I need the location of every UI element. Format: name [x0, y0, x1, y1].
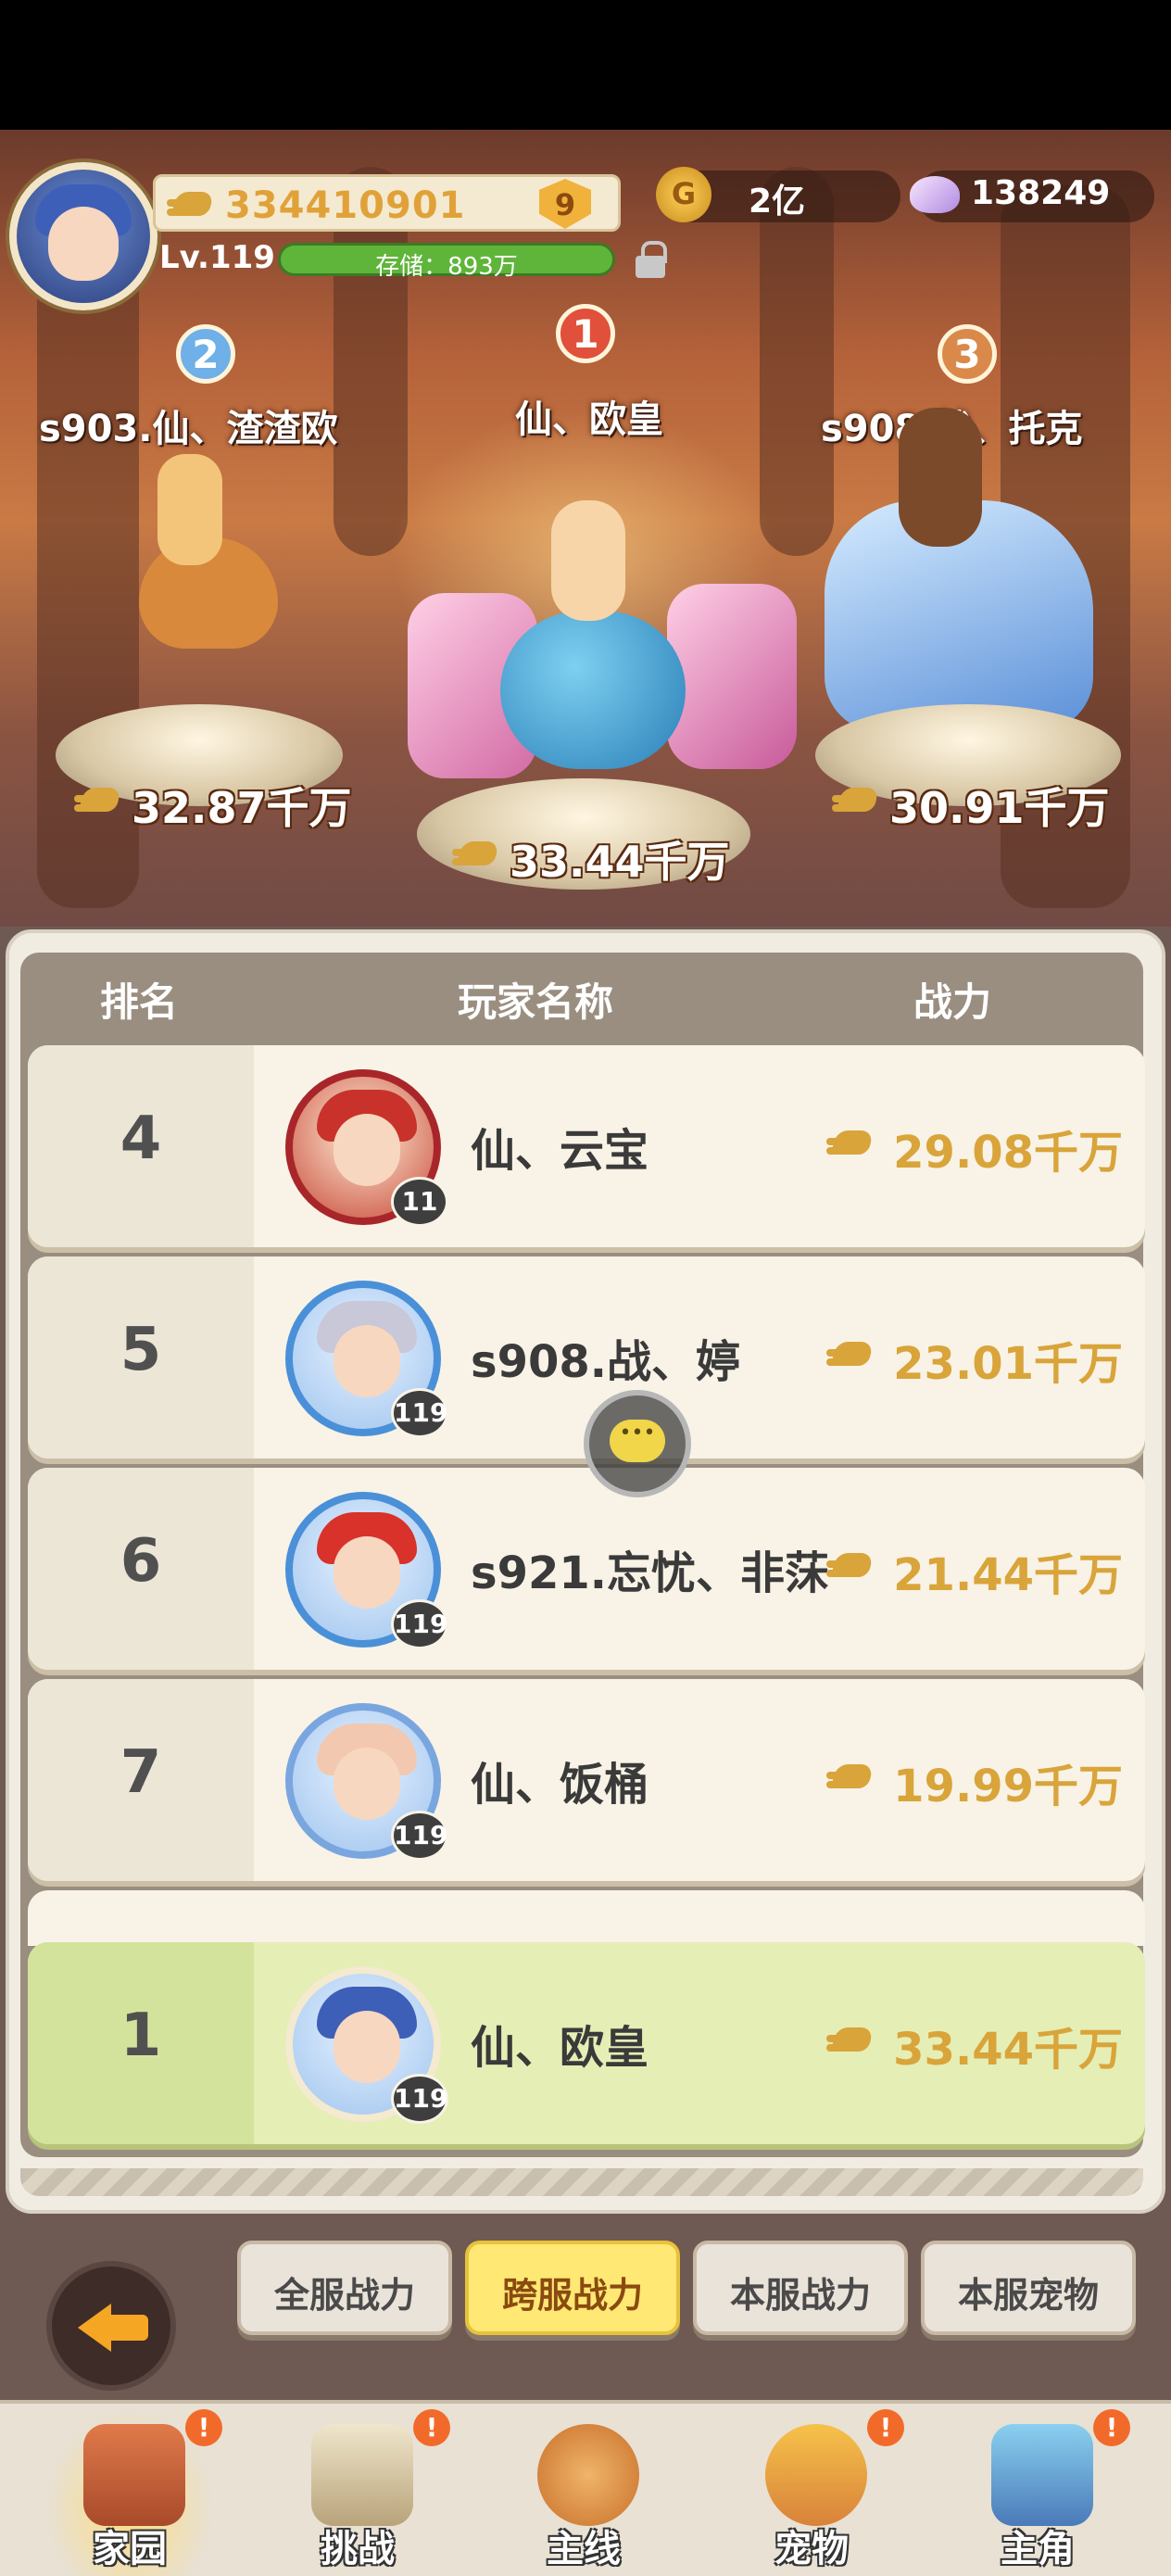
level-badge: 11: [391, 1177, 448, 1227]
player-power: 33.44千万: [826, 2013, 1123, 2076]
power-icon: [452, 836, 502, 873]
vip-level: 9: [554, 187, 576, 222]
alert-badge: !: [185, 2409, 222, 2446]
power-icon: [826, 1125, 876, 1162]
player-name: s908.战、婷: [471, 1336, 741, 1388]
player-power: 21.44千万: [826, 1538, 1123, 1601]
nav-label: 主线: [547, 2528, 621, 2570]
level-badge: 119: [391, 1811, 448, 1861]
power-value: 334410901: [225, 184, 466, 227]
nav-label: 家园: [93, 2528, 167, 2570]
tab-all-server-power[interactable]: 全服战力: [237, 2241, 452, 2335]
tab-this-server-power[interactable]: 本服战力: [693, 2241, 908, 2335]
power-icon: [826, 1759, 876, 1796]
alert-badge: !: [867, 2409, 904, 2446]
nav-pet[interactable]: ! 宠物: [728, 2409, 904, 2576]
player-avatar[interactable]: [9, 162, 157, 310]
power-icon: [826, 1547, 876, 1585]
nav-label: 宠物: [774, 2528, 849, 2570]
power-icon: [832, 782, 882, 819]
storage-bar: 存储：893万: [278, 243, 615, 281]
lock-icon[interactable]: [634, 241, 667, 278]
shell-gem-icon: [906, 167, 963, 222]
podium-hero-2[interactable]: [56, 445, 334, 667]
player-name: 仙、欧皇: [471, 2022, 649, 2074]
hero-icon: [991, 2424, 1093, 2526]
player-name: s921.忘忧、非莯: [471, 1547, 830, 1599]
rank-medal-1: 1: [550, 295, 621, 369]
player-power: 29.08千万: [826, 1116, 1123, 1179]
table-row-partial: [28, 1890, 1145, 1946]
panel-bottom-edge: [20, 2168, 1143, 2196]
player-name: 仙、云宝: [471, 1125, 649, 1177]
alert-badge: !: [1093, 2409, 1130, 2446]
header-power: 战力: [913, 979, 992, 1025]
main-quest-icon: [537, 2424, 639, 2526]
nav-home[interactable]: ! 家园: [46, 2409, 222, 2576]
chat-bubble-icon[interactable]: [584, 1390, 691, 1497]
rank-medal-2: 2: [170, 315, 241, 389]
nav-hero[interactable]: ! 主角: [954, 2409, 1130, 2576]
power-icon: [167, 186, 217, 223]
rank-number: 5: [120, 1316, 162, 1384]
power-icon: [826, 2022, 876, 2059]
nav-label: 挑战: [321, 2528, 395, 2570]
tab-this-server-pet[interactable]: 本服宠物: [921, 2241, 1136, 2335]
home-icon: [83, 2424, 185, 2526]
gem-value: 138249: [971, 174, 1111, 212]
nav-challenge[interactable]: ! 挑战: [274, 2409, 450, 2576]
podium-hero-1[interactable]: [398, 482, 797, 797]
table-header: 排名 玩家名称 战力: [24, 954, 1140, 1038]
table-row[interactable]: 7 119 仙、饭桶 19.99千万: [28, 1679, 1145, 1881]
level-badge: 119: [391, 1599, 448, 1649]
rank-number: 1: [120, 2001, 162, 2070]
header-rank: 排名: [100, 979, 179, 1025]
my-rank-row[interactable]: 1 119 仙、欧皇 33.44千万: [28, 1942, 1145, 2144]
alert-badge: !: [413, 2409, 450, 2446]
rank-number: 4: [120, 1105, 162, 1173]
tab-cross-server-power[interactable]: 跨服战力: [465, 2241, 680, 2335]
level-badge: 119: [391, 2074, 448, 2124]
level-badge: 119: [391, 1388, 448, 1438]
rank-number: 7: [120, 1738, 162, 1807]
header-name: 玩家名称: [458, 979, 614, 1025]
podium-hero-3[interactable]: [797, 371, 1102, 760]
podium-name-1[interactable]: 仙、欧皇: [515, 389, 663, 443]
player-level: Lv.119: [159, 239, 275, 276]
nav-main-quest[interactable]: 主线: [500, 2409, 667, 2576]
power-icon: [826, 1336, 876, 1373]
challenge-icon: [311, 2424, 413, 2526]
status-bar: [0, 0, 1171, 130]
player-power: 23.01千万: [826, 1327, 1123, 1390]
nav-label: 主角: [1001, 2528, 1075, 2570]
storage-label: 存储：893万: [375, 253, 518, 281]
rank-number: 6: [120, 1527, 162, 1596]
player-power: 19.99千万: [826, 1749, 1123, 1812]
gold-coin-icon: [656, 167, 711, 222]
table-row[interactable]: 6 119 s921.忘忧、非莯 21.44千万: [28, 1468, 1145, 1670]
power-icon: [74, 782, 124, 819]
player-name: 仙、饭桶: [471, 1759, 649, 1811]
table-row[interactable]: 4 11 仙、云宝 29.08千万: [28, 1045, 1145, 1247]
back-button[interactable]: [46, 2261, 176, 2391]
pet-icon: [765, 2424, 867, 2526]
gold-value: 2亿: [749, 183, 806, 221]
